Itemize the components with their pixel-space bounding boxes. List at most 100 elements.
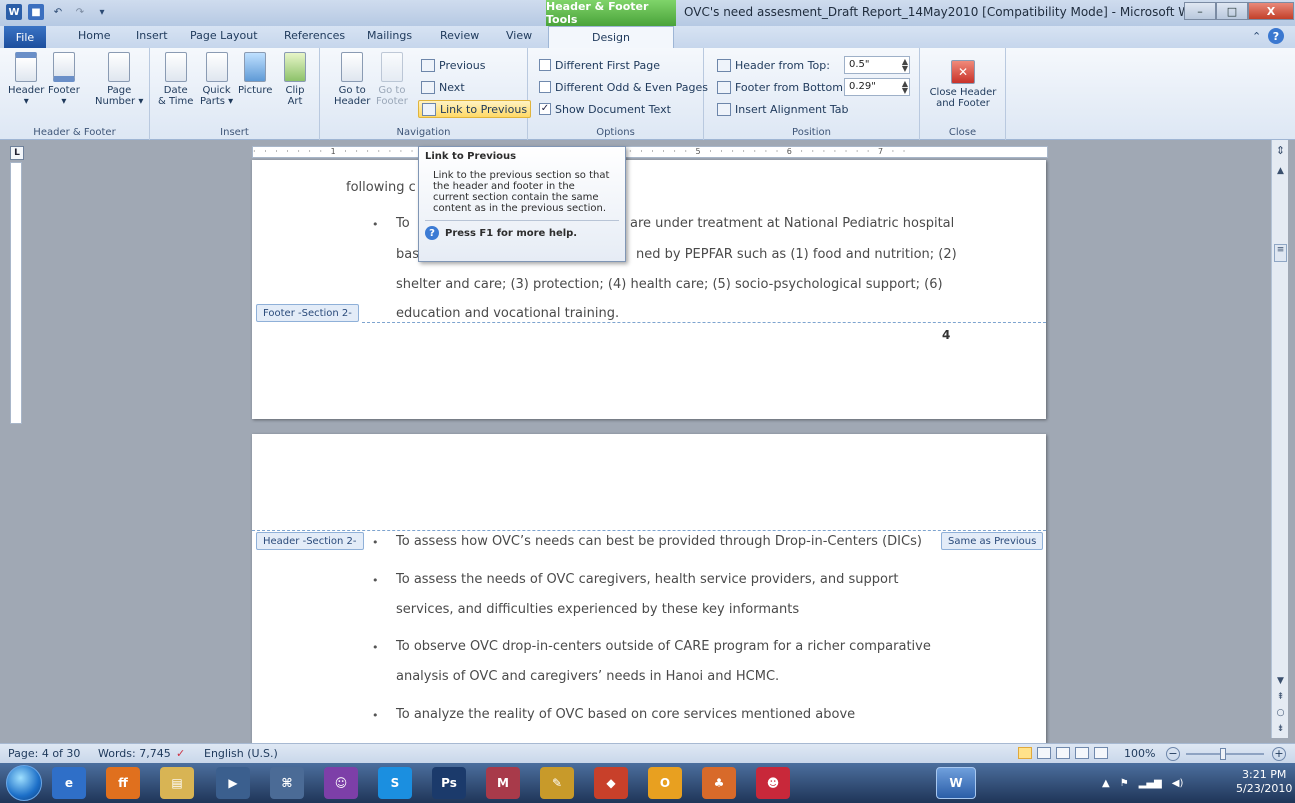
maximize-button[interactable]: □ bbox=[1216, 2, 1248, 20]
tab-page-layout[interactable]: Page Layout bbox=[190, 29, 258, 42]
draft-view-icon[interactable] bbox=[1094, 747, 1108, 759]
minimize-button[interactable]: – bbox=[1184, 2, 1216, 20]
game2-app-icon[interactable]: ♣ bbox=[702, 767, 736, 799]
tab-design[interactable]: Design bbox=[548, 26, 674, 48]
picture-icon bbox=[244, 52, 267, 82]
vertical-ruler[interactable] bbox=[10, 162, 22, 424]
different-first-page-checkbox[interactable]: Different First Page bbox=[536, 56, 663, 74]
different-odd-even-box[interactable] bbox=[539, 81, 551, 93]
show-document-text-box[interactable]: ✓ bbox=[539, 103, 551, 115]
vertical-scrollbar[interactable]: ⇕ ▲ ≡ ▼ ⇞ ○ ⇟ bbox=[1271, 140, 1288, 738]
clock-time: 3:21 PM bbox=[1242, 768, 1287, 781]
quick-parts-button[interactable]: Quick Parts ▾ bbox=[200, 52, 233, 107]
footer-button[interactable]: Footer ▾ bbox=[48, 52, 80, 107]
spinner-arrows-icon[interactable]: ▲ ▼ bbox=[902, 58, 908, 73]
zoom-out-icon[interactable]: − bbox=[1166, 747, 1180, 761]
next-label: Next bbox=[439, 80, 465, 94]
tray-flag-icon[interactable]: ⚑ bbox=[1120, 778, 1129, 789]
customize-qat-icon[interactable]: ▾ bbox=[94, 4, 110, 20]
tab-selector[interactable]: L bbox=[10, 146, 24, 160]
show-document-text-checkbox[interactable]: ✓ Show Document Text bbox=[536, 100, 674, 118]
scroll-up-icon[interactable]: ▲ bbox=[1274, 166, 1287, 176]
proofing-icon[interactable]: ✓ bbox=[176, 747, 185, 760]
scroll-down-icon[interactable]: ▼ bbox=[1274, 676, 1287, 686]
header-button[interactable]: Header ▾ bbox=[8, 52, 44, 107]
document-page-4[interactable]: following c • To are under treatment at … bbox=[252, 160, 1046, 419]
footer-icon bbox=[52, 52, 75, 82]
tab-home[interactable]: Home bbox=[78, 29, 110, 42]
scroll-thumb[interactable]: ≡ bbox=[1274, 244, 1287, 262]
game-app-icon[interactable]: ◆ bbox=[594, 767, 628, 799]
close-window-button[interactable]: X bbox=[1248, 2, 1294, 20]
paint-app-icon[interactable]: M bbox=[486, 767, 520, 799]
clip-art-label-2: Art bbox=[287, 96, 303, 107]
skype-icon[interactable]: S bbox=[378, 767, 412, 799]
footer-from-bottom-input[interactable]: 0.29" ▲ ▼ bbox=[844, 78, 910, 96]
taskbar-clock[interactable]: 3:21 PM 5/23/2010 bbox=[1236, 768, 1292, 796]
microsoft-word-taskbar-icon[interactable]: W bbox=[936, 767, 976, 799]
help-icon[interactable]: ? bbox=[1268, 28, 1284, 44]
tab-insert[interactable]: Insert bbox=[136, 29, 168, 42]
close-header-footer-button[interactable]: ✕ Close Header and Footer bbox=[928, 52, 998, 109]
date-time-label-1: Date bbox=[163, 85, 188, 96]
tab-file[interactable]: File bbox=[4, 26, 46, 48]
next-button[interactable]: Next bbox=[418, 78, 468, 96]
redo-icon[interactable]: ↷ bbox=[72, 4, 88, 20]
minimize-ribbon-icon[interactable]: ⌃ bbox=[1252, 30, 1261, 43]
zoom-in-icon[interactable]: + bbox=[1272, 747, 1286, 761]
document-page-5[interactable]: Header -Section 2- Same as Previous • To… bbox=[252, 434, 1046, 744]
zoom-slider[interactable] bbox=[1186, 747, 1264, 761]
date-time-button[interactable]: Date & Time bbox=[158, 52, 193, 107]
photoshop-icon[interactable]: Ps bbox=[432, 767, 466, 799]
different-first-page-box[interactable] bbox=[539, 59, 551, 71]
print-layout-view-icon[interactable] bbox=[1018, 747, 1032, 759]
next-page-icon[interactable]: ⇟ bbox=[1274, 724, 1287, 734]
game3-app-icon[interactable]: ☻ bbox=[756, 767, 790, 799]
page-count[interactable]: Page: 4 of 30 bbox=[8, 747, 80, 760]
firefox-icon[interactable]: ff bbox=[106, 767, 140, 799]
previous-button[interactable]: Previous bbox=[418, 56, 489, 74]
full-screen-reading-icon[interactable] bbox=[1037, 747, 1051, 759]
network-app-icon[interactable]: ⌘ bbox=[270, 767, 304, 799]
page-number-button[interactable]: Page Number ▾ bbox=[95, 52, 143, 107]
link-to-previous-button[interactable]: Link to Previous bbox=[418, 100, 532, 118]
internet-explorer-icon[interactable]: e bbox=[52, 767, 86, 799]
outlook-icon[interactable]: O bbox=[648, 767, 682, 799]
word-count[interactable]: Words: 7,745 bbox=[98, 747, 171, 760]
tab-references[interactable]: References bbox=[284, 29, 345, 42]
media-player-icon[interactable]: ▶ bbox=[216, 767, 250, 799]
web-layout-icon[interactable] bbox=[1056, 747, 1070, 759]
zoom-slider-thumb[interactable] bbox=[1220, 748, 1226, 760]
different-odd-even-checkbox[interactable]: Different Odd & Even Pages bbox=[536, 78, 711, 96]
header-footer-tools-context-label: Header & Footer Tools bbox=[546, 0, 676, 26]
horizontal-ruler[interactable]: · · · · · · · 1 · · · · · · · 2 · · · · … bbox=[252, 146, 1048, 158]
language[interactable]: English (U.S.) bbox=[204, 747, 278, 760]
yahoo-messenger-icon[interactable]: ☺ bbox=[324, 767, 358, 799]
file-explorer-icon[interactable]: ▤ bbox=[160, 767, 194, 799]
tab-mailings[interactable]: Mailings bbox=[367, 29, 412, 42]
volume-icon[interactable]: ◀) bbox=[1172, 778, 1184, 789]
go-to-header-button[interactable]: Go to Header bbox=[334, 52, 370, 107]
select-browse-object-icon[interactable]: ○ bbox=[1274, 708, 1287, 718]
spinner-arrows-icon[interactable]: ▲ ▼ bbox=[902, 80, 908, 95]
picture-button[interactable]: Picture bbox=[238, 52, 272, 96]
outline-view-icon[interactable] bbox=[1075, 747, 1089, 759]
tab-view[interactable]: View bbox=[506, 29, 532, 42]
ruler-toggle-icon[interactable]: ⇕ bbox=[1274, 144, 1287, 157]
previous-page-icon[interactable]: ⇞ bbox=[1274, 692, 1287, 702]
clip-art-button[interactable]: Clip Art bbox=[284, 52, 306, 107]
go-to-footer-button[interactable]: Go to Footer bbox=[376, 52, 408, 107]
page-number-field[interactable]: 4 bbox=[942, 328, 950, 342]
tab-review[interactable]: Review bbox=[440, 29, 479, 42]
insert-alignment-tab-button[interactable]: Insert Alignment Tab bbox=[714, 100, 852, 118]
network-signal-icon[interactable]: ▂▄▆ bbox=[1139, 778, 1162, 789]
start-button[interactable] bbox=[6, 765, 42, 801]
undo-icon[interactable]: ↶ bbox=[50, 4, 66, 20]
tray-expand-icon[interactable]: ▲ bbox=[1102, 778, 1110, 789]
tools-app-icon[interactable]: ✎ bbox=[540, 767, 574, 799]
save-icon[interactable]: ■ bbox=[28, 4, 44, 20]
word-app-icon[interactable]: W bbox=[6, 4, 22, 20]
zoom-level[interactable]: 100% bbox=[1124, 747, 1155, 760]
header-from-top-input[interactable]: 0.5" ▲ ▼ bbox=[844, 56, 910, 74]
clock-date: 5/23/2010 bbox=[1236, 782, 1293, 795]
